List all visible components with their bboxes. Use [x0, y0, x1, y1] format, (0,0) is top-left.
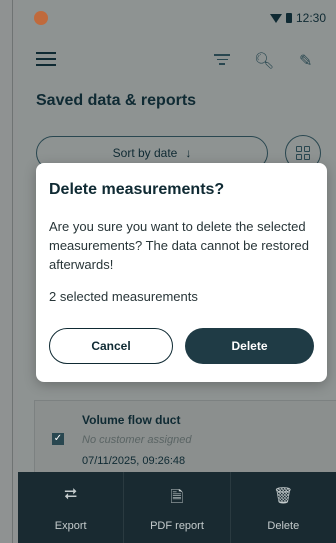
bottom-action-bar: ⮂︎ Export 🗎︎ PDF report 🗑︎ Delete	[18, 472, 336, 543]
checkbox-checked-icon[interactable]: ✓	[52, 433, 64, 445]
measurement-customer: No customer assigned	[82, 434, 192, 446]
delete-action-button[interactable]: 🗑︎ Delete	[229, 472, 336, 543]
pdf-report-label: PDF report	[150, 520, 204, 532]
pdf-report-button[interactable]: 🗎︎ PDF report	[123, 472, 229, 543]
sort-label: Sort by date	[112, 146, 178, 160]
status-time: 12:30	[295, 11, 326, 25]
search-icon[interactable]: 🔍︎	[254, 51, 274, 71]
cancel-button[interactable]: Cancel	[49, 328, 173, 364]
share-icon: ⮂︎	[64, 486, 78, 503]
frame-divider	[12, 0, 13, 543]
delete-button[interactable]: Delete	[185, 328, 314, 364]
dialog-title: Delete measurements?	[49, 181, 225, 198]
pdf-document-icon: 🗎︎	[170, 489, 184, 506]
wifi-icon	[269, 13, 282, 23]
grid-view-icon	[296, 146, 310, 160]
page-title: Saved data & reports	[36, 92, 197, 109]
top-toolbar: 🔍︎ ✎	[18, 44, 336, 76]
measurement-title: Volume flow duct	[82, 413, 181, 427]
export-button[interactable]: ⮂︎ Export	[18, 472, 123, 543]
measurement-date: 07/11/2025, 09:26:48	[82, 455, 186, 467]
app-logo-icon	[34, 11, 48, 25]
dialog-selected-count: 2 selected measurements	[49, 289, 198, 304]
status-indicators: 12:30	[269, 11, 326, 25]
battery-icon	[285, 13, 292, 23]
delete-action-label: Delete	[267, 520, 300, 532]
trash-icon: 🗑︎	[273, 488, 294, 505]
hamburger-menu-icon[interactable]	[36, 52, 56, 66]
status-bar: 12:30	[18, 0, 336, 34]
filter-icon[interactable]	[214, 54, 230, 68]
delete-confirmation-dialog: Delete measurements? Are you sure you wa…	[36, 163, 327, 382]
dialog-message: Are you sure you want to delete the sele…	[49, 219, 309, 272]
export-label: Export	[54, 520, 87, 532]
edit-pencil-icon[interactable]: ✎	[299, 51, 312, 71]
arrow-down-icon: ↓	[185, 146, 192, 160]
